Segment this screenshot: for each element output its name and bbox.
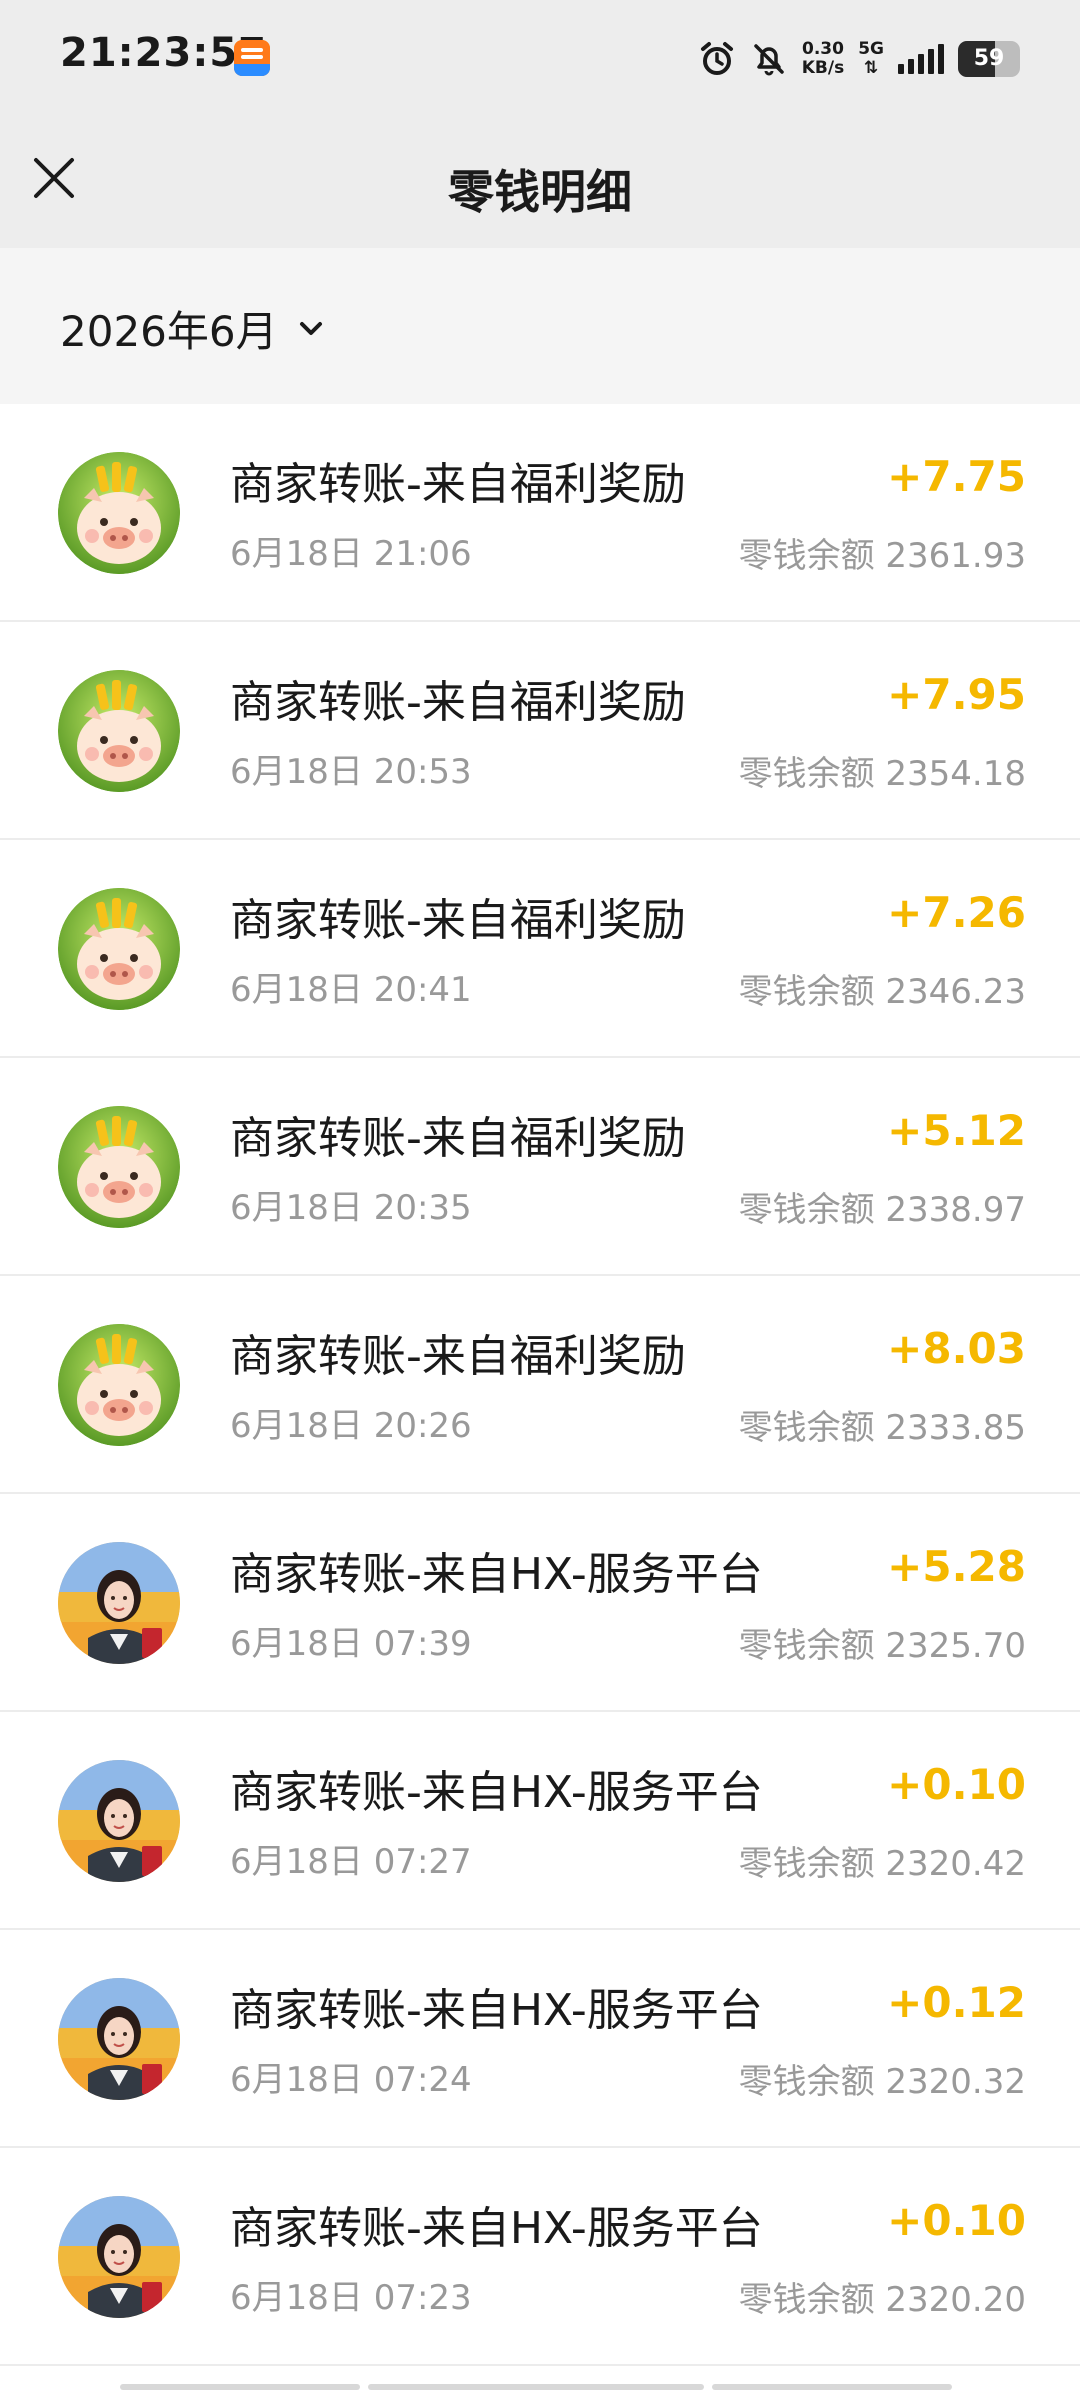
pig-avatar-icon [58,670,180,792]
pig-avatar-icon [58,452,180,574]
signal-icon [898,44,944,74]
transaction-amount: +0.10 [887,2196,1026,2245]
status-bar: 21:23:57 0.30 KB/s 5G ⇅ 59 [0,0,1080,120]
transaction-title: 商家转账-来自HX-服务平台 [230,1549,763,1600]
page-title: 零钱明细 [448,165,632,219]
pig-avatar-icon [58,1106,180,1228]
network-type-label: 5G [858,39,884,59]
transaction-balance: 零钱余额 2361.93 [738,536,1026,576]
transaction-time: 6月18日 20:35 [230,1188,472,1228]
transaction-title: 商家转账-来自福利奖励 [230,895,686,946]
transaction-time: 6月18日 20:26 [230,1406,472,1446]
transaction-balance: 零钱余额 2354.18 [738,754,1026,794]
transaction-amount: +7.26 [887,888,1026,937]
transaction-list: 商家转账-来自福利奖励 6月18日 21:06 +7.75 零钱余额 2361.93 … [0,404,1080,2366]
scroll-indicator [120,2384,960,2392]
transaction-amount: +8.03 [887,1324,1026,1373]
transaction-time: 6月18日 07:24 [230,2060,472,2100]
taobao-shangou-icon [234,40,270,76]
transaction-title: 商家转账-来自HX-服务平台 [230,2203,763,2254]
woman-avatar-icon [58,1978,180,2100]
transaction-time: 6月18日 07:23 [230,2278,472,2318]
transaction-title: 商家转账-来自福利奖励 [230,459,686,510]
nav-bar: 零钱明细 [0,120,1080,248]
mute-bell-icon [750,40,788,78]
battery-level: 59 [973,46,1005,71]
net-speed-unit: KB/s [801,58,845,78]
transaction-amount: +0.10 [887,1760,1026,1809]
transaction-row[interactable]: 商家转账-来自福利奖励 6月18日 20:26 +8.03 零钱余额 2333.85 [0,1276,1080,1494]
transaction-balance: 零钱余额 2338.97 [738,1190,1026,1230]
month-label: 2026年6月 [60,307,278,356]
woman-avatar-icon [58,2196,180,2318]
transaction-amount: +7.95 [887,670,1026,719]
transaction-row[interactable]: 商家转账-来自HX-服务平台 6月18日 07:27 +0.10 零钱余额 2320.… [0,1712,1080,1930]
month-picker[interactable]: 2026年6月 [60,298,328,359]
transaction-amount: +5.12 [887,1106,1026,1155]
chevron-down-icon [299,321,322,335]
status-icons: 0.30 KB/s 5G ⇅ 59 [698,34,1020,84]
woman-avatar-icon [58,1542,180,1664]
transaction-row[interactable]: 商家转账-来自HX-服务平台 6月18日 07:39 +5.28 零钱余额 2325.… [0,1494,1080,1712]
net-speed-value: 0.30 [801,39,844,59]
transaction-balance: 零钱余额 2333.85 [738,1408,1026,1448]
transaction-row[interactable]: 商家转账-来自福利奖励 6月18日 21:06 +7.75 零钱余额 2361.93 [0,404,1080,622]
data-arrows-icon: ⇅ [863,58,879,78]
pig-avatar-icon [58,888,180,1010]
transaction-amount: +0.12 [887,1978,1026,2027]
transaction-balance: 零钱余额 2320.20 [738,2280,1026,2320]
battery-icon: 59 [958,41,1020,77]
transaction-time: 6月18日 20:53 [230,752,472,792]
network-type: 5G ⇅ [858,40,884,78]
transaction-row[interactable]: 商家转账-来自福利奖励 6月18日 20:41 +7.26 零钱余额 2346.23 [0,840,1080,1058]
alarm-icon [698,40,736,78]
transaction-title: 商家转账-来自HX-服务平台 [230,1985,763,2036]
transaction-title: 商家转账-来自福利奖励 [230,1113,686,1164]
transaction-balance: 零钱余额 2346.23 [738,972,1026,1012]
transaction-amount: +5.28 [887,1542,1026,1591]
net-speed: 0.30 KB/s [802,40,844,78]
transaction-time: 6月18日 07:39 [230,1624,472,1664]
transaction-time: 6月18日 20:41 [230,970,472,1010]
transaction-time: 6月18日 07:27 [230,1842,472,1882]
month-filter-bar: 2026年6月 [0,248,1080,404]
transaction-time: 6月18日 21:06 [230,534,472,574]
transaction-row[interactable]: 商家转账-来自福利奖励 6月18日 20:35 +5.12 零钱余额 2338.97 [0,1058,1080,1276]
transaction-balance: 零钱余额 2320.32 [738,2062,1026,2102]
transaction-balance: 零钱余额 2320.42 [738,1844,1026,1884]
transaction-amount: +7.75 [887,452,1026,501]
transaction-balance: 零钱余额 2325.70 [738,1626,1026,1666]
transaction-title: 商家转账-来自福利奖励 [230,677,686,728]
transaction-row[interactable]: 商家转账-来自HX-服务平台 6月18日 07:24 +0.12 零钱余额 2320.… [0,1930,1080,2148]
woman-avatar-icon [58,1760,180,1882]
transaction-title: 商家转账-来自福利奖励 [230,1331,686,1382]
transaction-row[interactable]: 商家转账-来自福利奖励 6月18日 20:53 +7.95 零钱余额 2354.18 [0,622,1080,840]
transaction-row[interactable]: 商家转账-来自HX-服务平台 6月18日 07:23 +0.10 零钱余额 2320.… [0,2148,1080,2366]
pig-avatar-icon [58,1324,180,1446]
transaction-title: 商家转账-来自HX-服务平台 [230,1767,763,1818]
